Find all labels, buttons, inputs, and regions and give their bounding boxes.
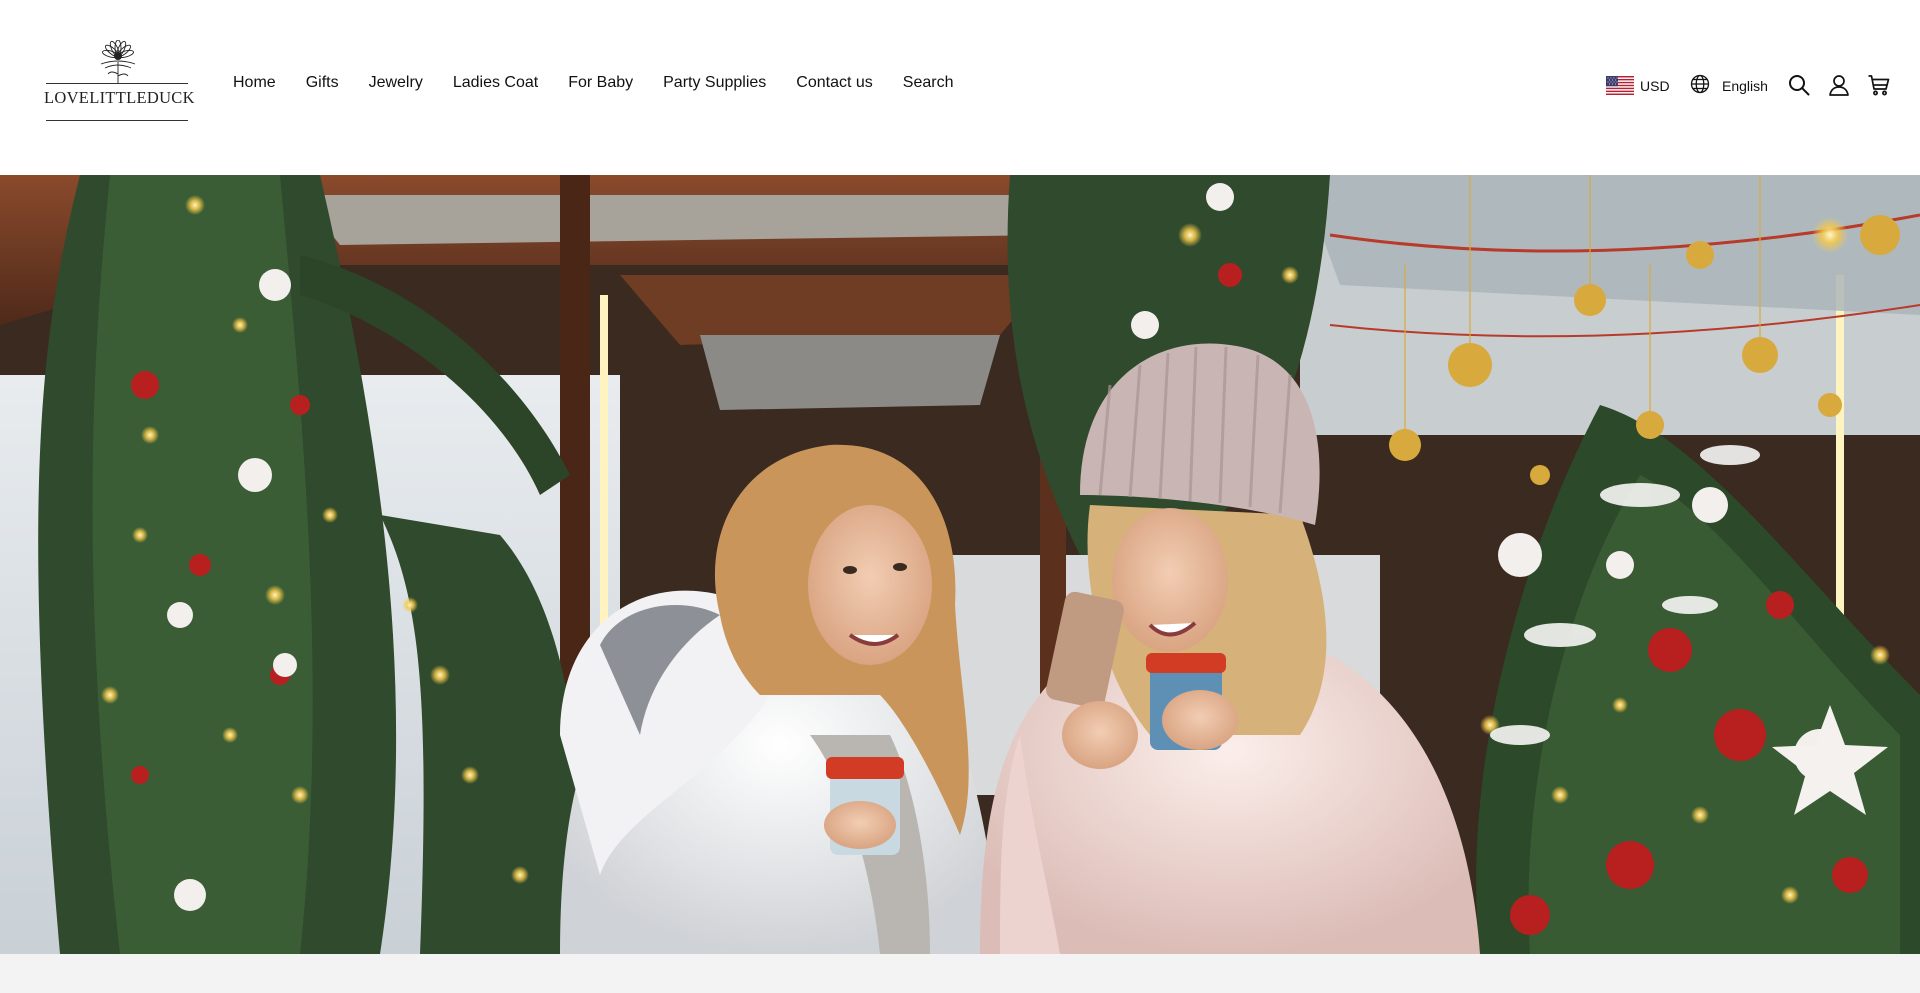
- language-label: English: [1722, 77, 1768, 94]
- main-navigation: Home Gifts Jewelry Ladies Coat For Baby …: [233, 74, 983, 92]
- nav-item-gifts[interactable]: Gifts: [306, 74, 339, 92]
- globe-icon: [1690, 74, 1710, 97]
- logo-rule-bottom: [46, 120, 188, 121]
- nav-item-ladies-coat[interactable]: Ladies Coat: [453, 74, 538, 92]
- nav-item-party-supplies[interactable]: Party Supplies: [663, 74, 766, 92]
- brand-logo[interactable]: LOVELITTLEDUCK: [44, 40, 195, 126]
- currency-selector[interactable]: USD: [1606, 76, 1670, 95]
- daisy-flower-icon: [100, 40, 136, 83]
- nav-item-home[interactable]: Home: [233, 74, 276, 92]
- cart-icon[interactable]: [1867, 73, 1891, 97]
- hero-banner[interactable]: [0, 175, 1920, 954]
- site-header: LOVELITTLEDUCK Home Gifts Jewelry Ladies…: [0, 0, 1920, 175]
- us-flag-icon: [1606, 76, 1634, 95]
- currency-label: USD: [1640, 77, 1670, 94]
- nav-item-jewelry[interactable]: Jewelry: [369, 74, 423, 92]
- section-divider-band: [0, 954, 1920, 993]
- logo-rule-top: [46, 83, 188, 84]
- account-icon[interactable]: [1827, 73, 1851, 97]
- language-selector[interactable]: English: [1690, 74, 1768, 97]
- brand-name: LOVELITTLEDUCK: [44, 88, 195, 107]
- nav-item-search[interactable]: Search: [903, 74, 954, 92]
- nav-item-contact-us[interactable]: Contact us: [796, 74, 872, 92]
- hero-image: [0, 175, 1920, 954]
- nav-item-for-baby[interactable]: For Baby: [568, 74, 633, 92]
- search-icon[interactable]: [1787, 73, 1811, 97]
